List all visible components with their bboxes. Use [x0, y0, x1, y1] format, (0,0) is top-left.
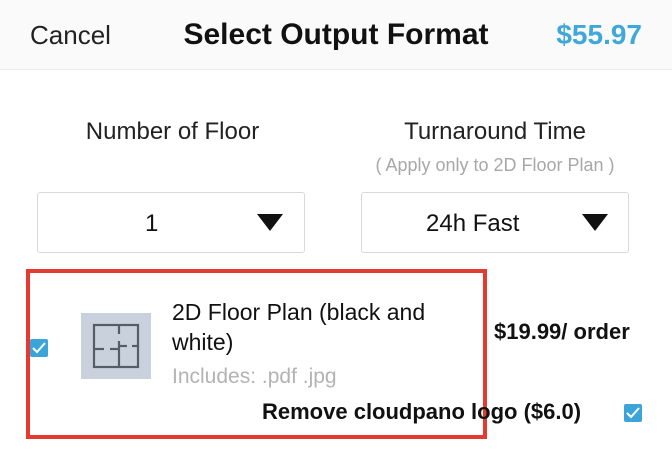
turnaround-select[interactable]: 24h Fast [361, 192, 629, 253]
floors-select-value: 1 [145, 210, 159, 237]
turnaround-note: ( Apply only to 2D Floor Plan ) [375, 155, 615, 175]
floors-label: Number of Floor [85, 118, 260, 145]
total-price: $55.97 [556, 19, 642, 50]
chevron-down-icon [582, 214, 608, 231]
checkmark-icon [626, 407, 640, 419]
chevron-down-icon [257, 214, 283, 231]
turnaround-select-value: 24h Fast [426, 210, 520, 237]
option-price: $19.99/ order [494, 319, 630, 344]
turnaround-label: Turnaround Time [404, 118, 586, 145]
option-title: 2D Floor Plan (black and white) [172, 299, 426, 355]
floor-plan-icon [92, 323, 140, 369]
checkmark-icon [32, 342, 46, 354]
option-includes: Includes: .pdf .jpg [172, 365, 337, 388]
remove-logo-label: Remove cloudpano logo ($6.0) [262, 399, 582, 424]
floor-plan-thumbnail [81, 313, 151, 379]
header-bar: Cancel Select Output Format $55.97 [0, 0, 672, 70]
floors-select[interactable]: 1 [37, 192, 305, 253]
remove-logo-checkbox[interactable] [624, 404, 642, 422]
option-checkbox[interactable] [30, 339, 48, 357]
